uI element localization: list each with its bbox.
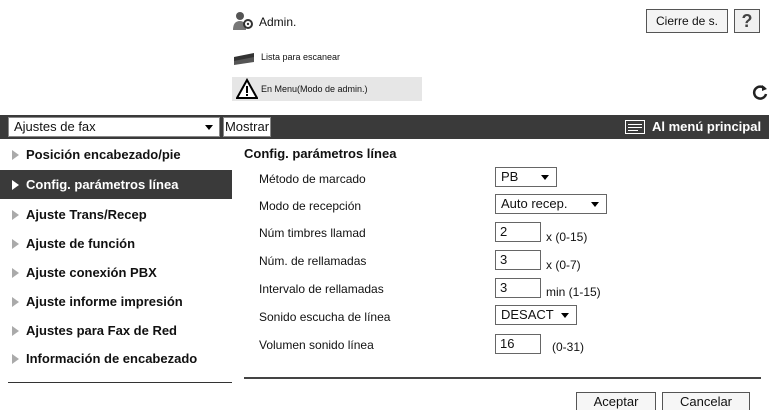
dial-method-select[interactable]: PB <box>495 167 557 187</box>
sidebar-item-report-print[interactable]: Ajuste informe impresión <box>0 287 232 316</box>
redial-count-label: Núm. de rellamadas <box>259 254 367 268</box>
category-select[interactable]: Ajustes de fax <box>8 117 220 137</box>
reception-mode-label: Modo de recepción <box>259 199 362 213</box>
sidebar-item-label: Posición encabezado/pie <box>26 147 181 162</box>
sidebar-item-tx-rx-settings[interactable]: Ajuste Trans/Recep <box>0 200 232 229</box>
redial-interval-label: Intervalo de rellamadas <box>259 282 384 296</box>
sidebar-item-pbx-connection[interactable]: Ajuste conexión PBX <box>0 258 232 287</box>
sidebar-divider <box>8 382 232 383</box>
ring-count-label: Núm timbres llamad <box>259 226 366 240</box>
sidebar-item-label: Ajuste Trans/Recep <box>26 207 147 222</box>
chevron-down-icon <box>205 125 213 130</box>
redial-count-input[interactable]: 3 <box>495 250 541 270</box>
sidebar-item-line-parameters[interactable]: Config. parámetros línea <box>0 170 232 199</box>
chevron-down-icon <box>561 313 569 318</box>
sidebar-item-header-footer-position[interactable]: Posición encabezado/pie <box>0 140 232 169</box>
arrow-right-icon <box>12 354 19 364</box>
line-volume-range: (0-31) <box>552 340 585 354</box>
page-title: Config. parámetros línea <box>244 146 397 161</box>
sidebar-item-header-info[interactable]: Información de encabezado <box>0 344 232 373</box>
line-monitor-sound-label: Sonido escucha de línea <box>259 310 391 324</box>
warning-icon <box>236 78 258 99</box>
arrow-right-icon <box>12 180 19 190</box>
ok-button[interactable]: Aceptar <box>576 392 656 410</box>
chevron-down-icon <box>591 202 599 207</box>
ring-count-input[interactable]: 2 <box>495 222 541 242</box>
chevron-down-icon <box>541 175 549 180</box>
redial-count-range: x (0-7) <box>546 258 581 272</box>
scanner-icon <box>234 53 254 65</box>
main-menu-icon[interactable] <box>625 120 645 134</box>
arrow-right-icon <box>12 268 19 278</box>
admin-mode-text: En Menu(Modo de admin.) <box>261 84 368 94</box>
admin-user-icon <box>233 12 253 30</box>
sidebar-item-network-fax[interactable]: Ajustes para Fax de Red <box>0 316 232 345</box>
sidebar-item-function-settings[interactable]: Ajuste de función <box>0 229 232 258</box>
scanner-status: Lista para escanear <box>261 52 341 62</box>
show-button[interactable]: Mostrar <box>223 117 271 137</box>
reception-mode-value: Auto recep. <box>501 196 568 211</box>
ring-count-range: x (0-15) <box>546 230 588 244</box>
arrow-right-icon <box>12 297 19 307</box>
logout-button[interactable]: Cierre de s. <box>646 9 728 33</box>
sidebar-item-label: Ajuste informe impresión <box>26 294 183 309</box>
arrow-right-icon <box>12 210 19 220</box>
line-monitor-sound-select[interactable]: DESACT <box>495 305 577 325</box>
sidebar-item-label: Información de encabezado <box>26 351 198 366</box>
form-divider <box>244 377 761 379</box>
sidebar-item-label: Ajuste de función <box>26 236 136 251</box>
line-volume-label: Volumen sonido línea <box>259 338 374 352</box>
main-menu-link[interactable]: Al menú principal <box>652 119 761 134</box>
sidebar-item-label: Ajustes para Fax de Red <box>26 323 177 338</box>
arrow-right-icon <box>12 326 19 336</box>
sidebar-item-label: Ajuste conexión PBX <box>26 265 157 280</box>
sidebar-item-label: Config. parámetros línea <box>26 177 179 192</box>
redial-interval-input[interactable]: 3 <box>495 278 541 298</box>
arrow-right-icon <box>12 150 19 160</box>
category-select-value: Ajustes de fax <box>14 119 96 134</box>
reception-mode-select[interactable]: Auto recep. <box>495 194 607 214</box>
cancel-button[interactable]: Cancelar <box>662 392 750 410</box>
arrow-right-icon <box>12 239 19 249</box>
redial-interval-range: min (1-15) <box>546 285 601 299</box>
line-monitor-sound-value: DESACT <box>501 307 554 322</box>
dial-method-value: PB <box>501 169 519 184</box>
user-label: Admin. <box>259 15 297 29</box>
dial-method-label: Método de marcado <box>259 172 366 186</box>
line-volume-input[interactable]: 16 <box>495 334 541 354</box>
help-button[interactable]: ? <box>734 9 760 33</box>
refresh-icon[interactable] <box>752 84 768 100</box>
